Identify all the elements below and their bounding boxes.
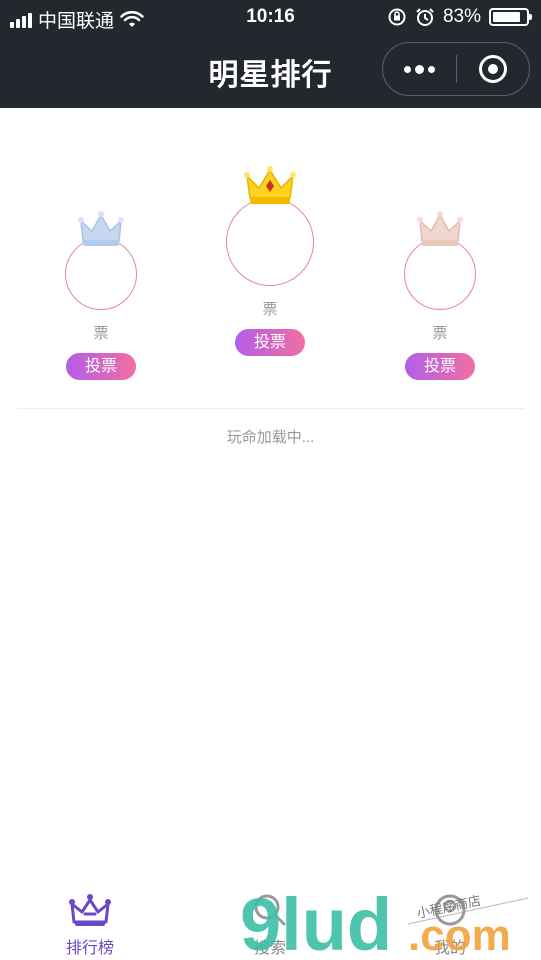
vote-count: 票 — [93, 325, 109, 342]
tab-bar: 排行榜 搜索 我的 — [0, 872, 541, 960]
vote-button[interactable]: 投票 — [405, 353, 475, 380]
battery-icon — [489, 8, 532, 26]
loading-text: 玩命加载中... — [226, 429, 315, 446]
status-right: 83% — [387, 6, 532, 28]
tab-label: 我的 — [433, 940, 466, 957]
silver-crown-icon — [78, 211, 124, 246]
divider — [17, 408, 525, 409]
rank-first: 票 投票 — [226, 162, 314, 356]
close-button[interactable] — [457, 43, 530, 95]
vote-count: 票 — [432, 325, 448, 342]
avatar[interactable] — [226, 198, 314, 286]
battery-percent: 83% — [442, 6, 481, 27]
tab-label: 搜索 — [253, 940, 286, 957]
tab-mine[interactable]: 我的 — [360, 872, 540, 960]
rank-third: 票 投票 — [403, 205, 477, 380]
rank-second: 票 投票 — [64, 205, 138, 380]
search-icon — [254, 894, 286, 926]
gold-crown-icon — [244, 166, 296, 204]
crown-icon — [69, 894, 111, 926]
close-circle-icon — [478, 55, 507, 83]
vote-button[interactable]: 投票 — [235, 329, 305, 356]
bronze-crown-icon — [417, 211, 463, 246]
more-button[interactable] — [383, 43, 456, 95]
nav-bar: 明星排行 — [0, 36, 541, 108]
vote-button[interactable]: 投票 — [66, 353, 136, 380]
tab-search[interactable]: 搜索 — [180, 872, 360, 960]
user-icon — [434, 894, 466, 926]
tab-ranking[interactable]: 排行榜 — [0, 872, 180, 960]
tab-label: 排行榜 — [65, 940, 114, 957]
vote-count: 票 — [262, 301, 278, 318]
rotation-lock-icon — [388, 8, 406, 26]
alarm-icon — [416, 8, 434, 26]
mini-program-capsule — [382, 42, 530, 96]
status-bar: 中国联通 10:16 83% — [0, 0, 541, 36]
